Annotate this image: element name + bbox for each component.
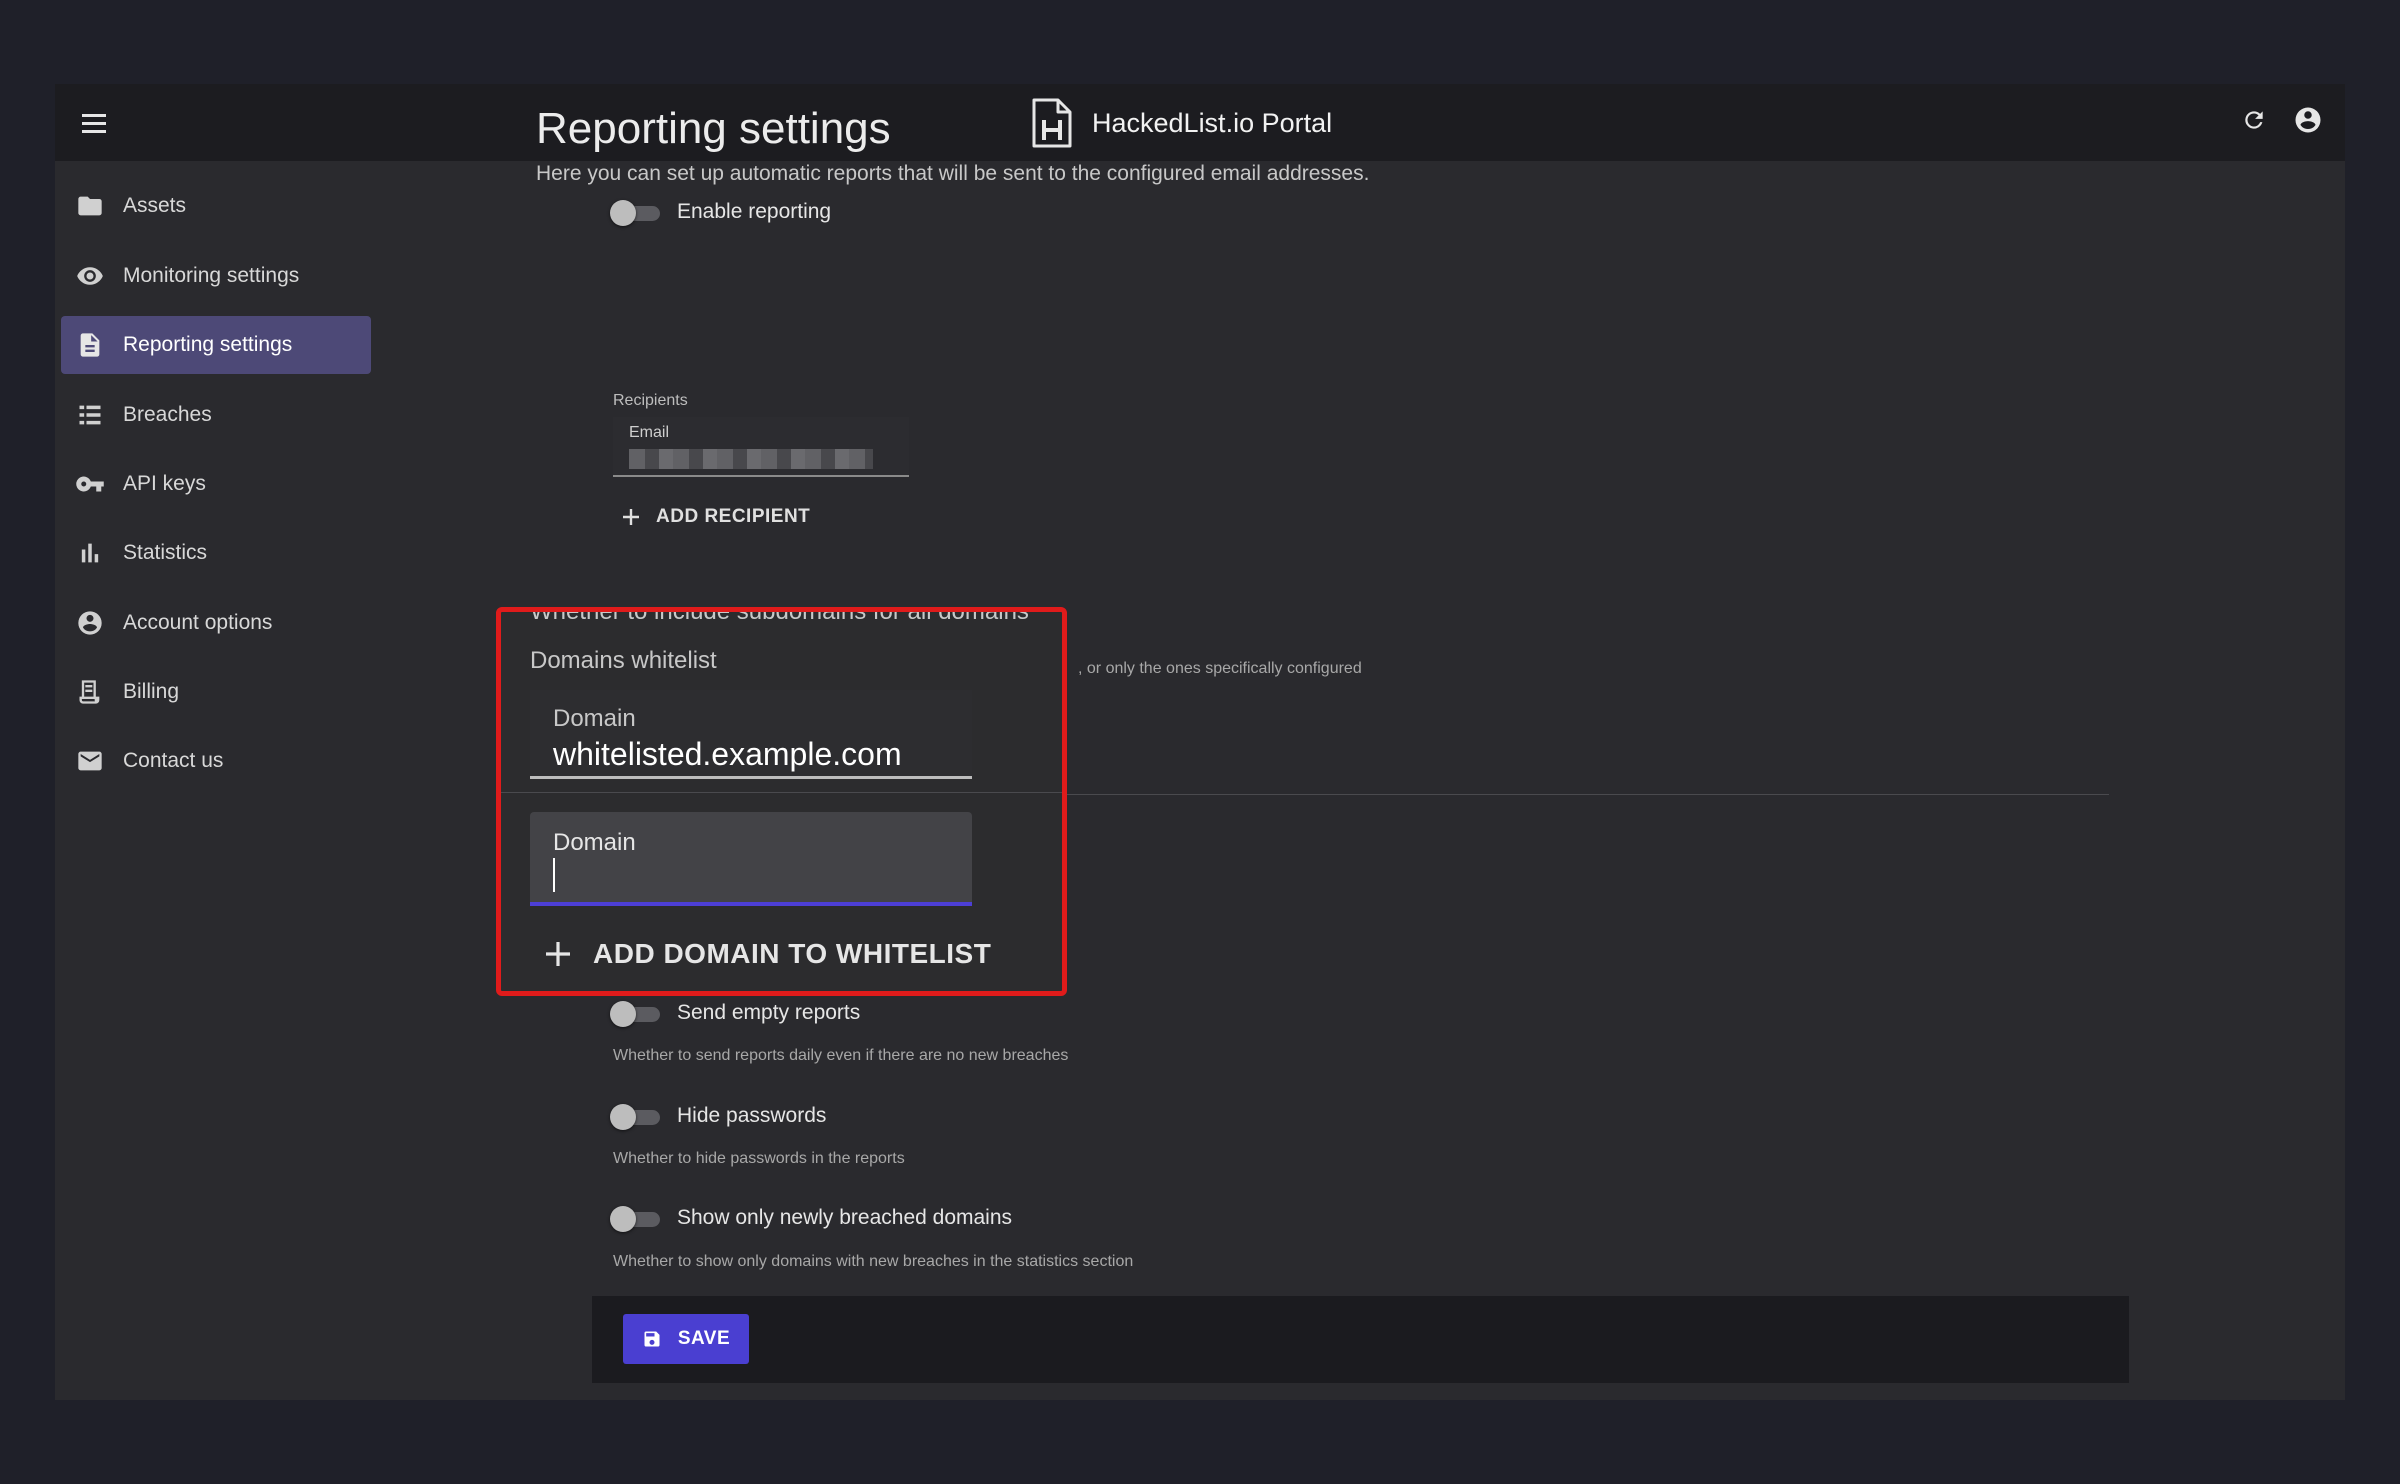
toggle-switch[interactable] [610, 1000, 660, 1027]
app-window: HackedList.io Portal Assets Monitoring s… [55, 84, 2345, 1400]
sidebar-item-label: Reporting settings [123, 333, 293, 356]
folder-icon [75, 191, 105, 221]
text-caret [553, 858, 555, 892]
email-field[interactable]: Email [613, 417, 909, 477]
obscured-include-subdomains-label: Whether to include subdomains for all do… [530, 607, 1029, 625]
mail-icon [75, 746, 105, 776]
sidebar-item-account-options[interactable]: Account options [61, 594, 371, 652]
account-circle-icon [75, 608, 105, 638]
toggle-label: Show only newly breached domains [677, 1206, 1013, 1229]
email-label: Email [629, 424, 670, 441]
eye-icon [75, 261, 105, 291]
sidebar-item-breaches[interactable]: Breaches [61, 386, 371, 444]
hide-passwords-toggle[interactable]: Hide passwords [610, 1103, 827, 1130]
sidebar-item-reporting-settings[interactable]: Reporting settings [61, 316, 371, 374]
send-empty-reports-toggle[interactable]: Send empty reports [610, 1000, 861, 1027]
toggle-label: Enable reporting [677, 200, 832, 223]
zoom-callout: Whether to include subdomains for all do… [496, 607, 1067, 996]
sidebar-item-assets[interactable]: Assets [61, 177, 371, 235]
hackedlist-logo-icon [1032, 98, 1072, 148]
domains-whitelist-title: Domains whitelist [530, 647, 717, 674]
top-app-bar: HackedList.io Portal [55, 84, 2345, 161]
callout-divider [501, 792, 1062, 793]
recipients-label: Recipients [613, 392, 688, 409]
toggle-switch[interactable] [610, 199, 660, 226]
sidebar-item-label: Statistics [123, 541, 208, 564]
send-empty-reports-helper: Whether to send reports daily even if th… [613, 1047, 1069, 1064]
add-recipient-label: ADD RECIPIENT [656, 506, 811, 527]
sidebar-item-label: Billing [123, 680, 180, 703]
include-subdomains-helper: , or only the ones specifically configur… [1078, 660, 1362, 677]
plus-icon [546, 942, 570, 966]
receipt-icon [75, 677, 105, 707]
sidebar-item-contact-us[interactable]: Contact us [61, 732, 371, 790]
action-bar: SAVE [592, 1296, 2129, 1383]
sidebar-item-billing[interactable]: Billing [61, 663, 371, 721]
bar-chart-icon [75, 538, 105, 568]
key-icon [75, 469, 105, 499]
sidebar-item-label: Contact us [123, 749, 224, 772]
sidebar-item-label: Breaches [123, 403, 212, 426]
section-divider [1066, 794, 2109, 795]
add-domain-label: ADD DOMAIN TO WHITELIST [593, 938, 992, 969]
add-recipient-button[interactable]: ADD RECIPIENT [622, 506, 810, 528]
page-subtitle: Here you can set up automatic reports th… [536, 162, 1370, 185]
add-domain-to-whitelist-button[interactable]: ADD DOMAIN TO WHITELIST [545, 938, 991, 970]
sidebar-item-monitoring-settings[interactable]: Monitoring settings [61, 247, 371, 305]
sidebar-item-label: API keys [123, 472, 206, 495]
whitelist-domain-field[interactable]: Domain whitelisted.example.com [530, 690, 972, 779]
sidebar-item-label: Assets [123, 194, 187, 217]
sidebar: Assets Monitoring settings Reporting set… [55, 161, 375, 1400]
toggle-label: Send empty reports [677, 1001, 861, 1024]
page-title: Reporting settings [536, 104, 891, 153]
document-icon [75, 330, 105, 360]
sidebar-item-label: Monitoring settings [123, 264, 300, 287]
enable-reporting-toggle[interactable]: Enable reporting [610, 199, 832, 226]
hamburger-menu-icon[interactable] [79, 108, 109, 138]
app-title: HackedList.io Portal [1092, 107, 1333, 138]
save-button[interactable]: SAVE [623, 1314, 749, 1364]
sidebar-item-api-keys[interactable]: API keys [61, 455, 371, 513]
show-newly-breached-helper: Whether to show only domains with new br… [613, 1253, 1134, 1270]
floppy-disk-icon [644, 1331, 660, 1347]
new-domain-label: Domain [553, 829, 636, 856]
domain-value: whitelisted.example.com [553, 736, 902, 772]
sidebar-item-label: Account options [123, 611, 273, 634]
plus-icon [623, 509, 639, 525]
brand: HackedList.io Portal [1030, 98, 1332, 148]
sidebar-item-statistics[interactable]: Statistics [61, 524, 371, 582]
account-circle-icon[interactable] [2291, 103, 2325, 137]
hide-passwords-helper: Whether to hide passwords in the reports [613, 1150, 905, 1167]
toggle-switch[interactable] [610, 1205, 660, 1232]
list-icon [75, 400, 105, 430]
domain-label: Domain [553, 705, 636, 732]
email-value-redacted [629, 449, 873, 469]
show-newly-breached-toggle[interactable]: Show only newly breached domains [610, 1205, 1013, 1232]
refresh-icon[interactable] [2237, 103, 2271, 137]
save-label: SAVE [677, 1328, 731, 1349]
toggle-label: Hide passwords [677, 1104, 827, 1127]
new-domain-input[interactable]: Domain [530, 812, 972, 906]
toggle-switch[interactable] [610, 1103, 660, 1130]
top-actions [2237, 103, 2325, 137]
